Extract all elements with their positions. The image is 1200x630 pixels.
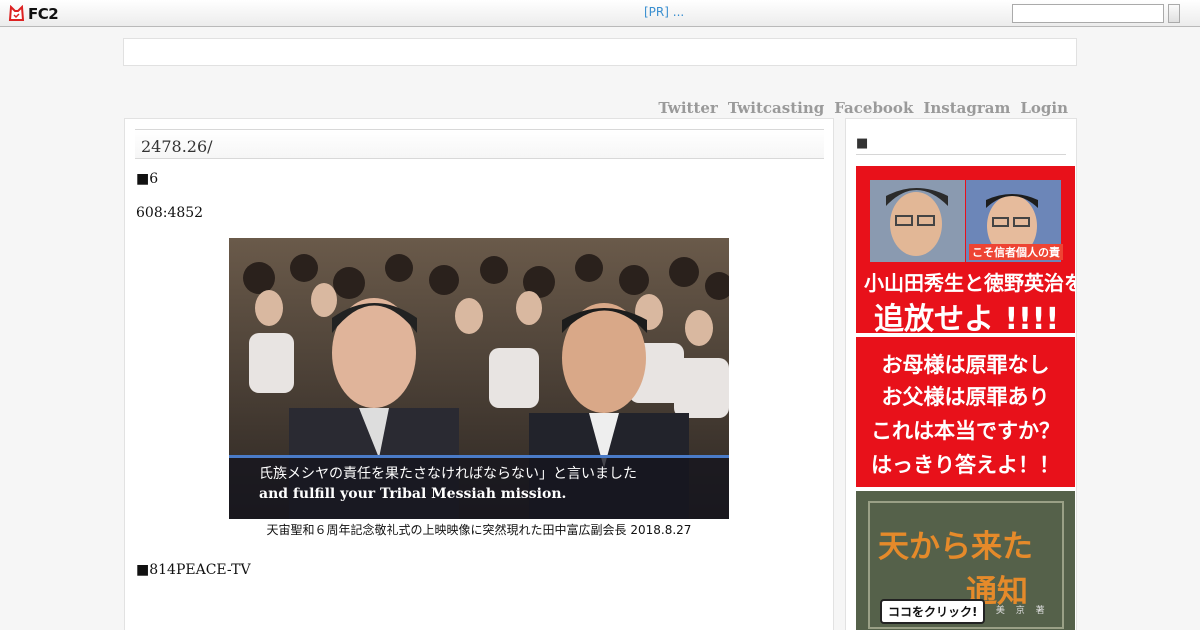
fc2-fox-icon xyxy=(8,5,25,21)
entry-title[interactable]: 2478.26/ xyxy=(141,137,213,156)
fc2-logo[interactable]: FC2 xyxy=(8,4,59,23)
banner-expel-call: 追放せよ !!!! xyxy=(874,302,1060,333)
top-nav: Twitter Twitcasting Facebook Instagram L… xyxy=(658,99,1068,117)
nav-link-twitter[interactable]: Twitter xyxy=(658,99,717,117)
entry-line-2: 608:4852 xyxy=(136,205,204,221)
video-caption: 天宙聖和６周年記念敬礼式の上映映像に突然現れた田中富広副会長 2018.8.27 xyxy=(229,519,729,541)
nav-link-login[interactable]: Login xyxy=(1020,99,1068,117)
banner-expel[interactable]: こそ信者個人の責 小山田秀生と徳野英治を 追放せよ !!!! xyxy=(856,166,1075,333)
banner-original-sin-line-1: お母様は原罪なし xyxy=(881,353,1050,377)
click-here-button[interactable]: ココをクリック! xyxy=(880,599,986,624)
book-author: 金 美 京 著 xyxy=(976,606,1049,616)
banner-original-sin-line-3: これは本当ですか？ xyxy=(871,419,1060,443)
main-content: 2478.26/ ■6 608:4852 氏族メシヤの責任を果たさなければならな… xyxy=(124,118,834,630)
book-title-line-1: 天から来た xyxy=(878,529,1033,565)
sidebar: ■ こそ信者個人の責 小山田秀生と徳野英治を 追放せよ !!!! お母様は原罪な… xyxy=(845,118,1077,630)
search-button[interactable] xyxy=(1168,4,1180,23)
banner-original-sin-line-2: お父様は原罪あり xyxy=(881,385,1050,409)
nav-link-instagram[interactable]: Instagram xyxy=(923,99,1010,117)
fc2-logo-text: FC2 xyxy=(28,4,59,23)
search-input[interactable] xyxy=(1012,4,1164,23)
pr-link[interactable]: [PR] ... xyxy=(644,5,684,19)
video-still-image[interactable]: 氏族メシヤの責任を果たさなければならない」と言いました and fulfill … xyxy=(229,238,729,519)
banner-book-notice[interactable]: 天から来た 通知 金 美 京 著 ココをクリック! xyxy=(856,491,1075,630)
entry-line-1: ■6 xyxy=(136,171,159,187)
sidebar-title: ■ xyxy=(856,136,1066,155)
banner-original-sin[interactable]: お母様は原罪なし お父様は原罪あり これは本当ですか？ はっきり答えよ！！ xyxy=(856,337,1075,487)
entry-header: 2478.26/ xyxy=(135,129,824,159)
entry-line-3: ■814PEACE-TV xyxy=(136,562,251,578)
video-subtitle-english: and fulfill your Tribal Messiah mission. xyxy=(259,486,567,502)
nav-link-facebook[interactable]: Facebook xyxy=(834,99,913,117)
fc2-top-bar: FC2 [PR] ... xyxy=(0,0,1200,27)
video-subtitle-japanese: 氏族メシヤの責任を果たさなければならない」と言いました xyxy=(259,466,637,482)
nav-link-twitcasting[interactable]: Twitcasting xyxy=(728,99,824,117)
banner-original-sin-line-4: はっきり答えよ！！ xyxy=(871,453,1060,477)
banner-expel-tag: こそ信者個人の責 xyxy=(969,244,1063,260)
header-banner-box xyxy=(123,38,1077,66)
banner-expel-names: 小山田秀生と徳野英治を xyxy=(864,271,1075,295)
